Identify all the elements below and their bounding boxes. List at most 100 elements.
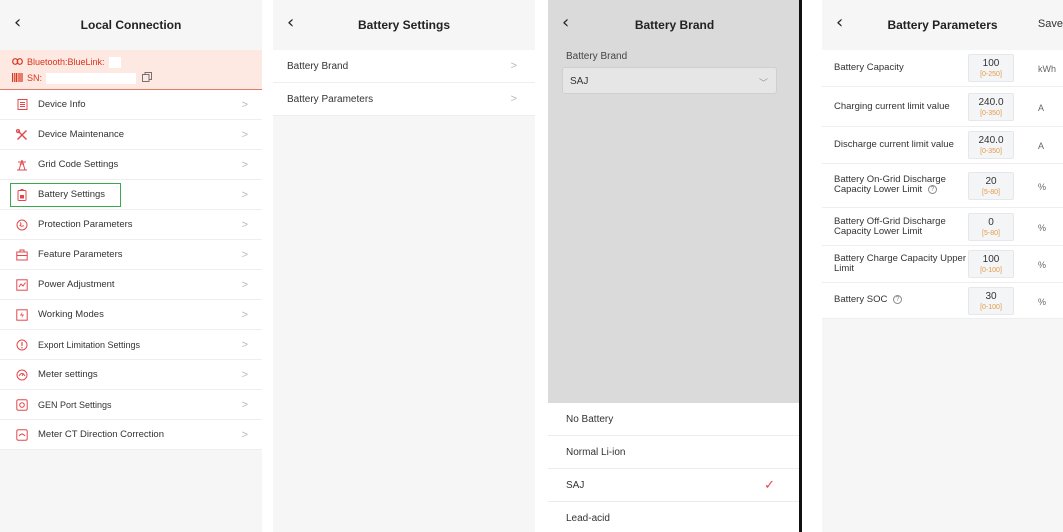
- menu-item-battery-settings[interactable]: Battery Settings >: [0, 180, 262, 210]
- document-icon: [16, 99, 28, 111]
- param-unit: A: [1038, 103, 1045, 113]
- param-label-text: Battery SOC: [834, 294, 888, 306]
- chevron-right-icon: >: [241, 98, 248, 111]
- meter-icon: [16, 369, 28, 381]
- option-normal-li-ion[interactable]: Normal Li-ion: [548, 436, 801, 469]
- param-range: [0-350]: [980, 110, 1002, 117]
- back-arrow-icon[interactable]: ‹: [836, 14, 843, 32]
- chevron-right-icon: >: [241, 398, 248, 411]
- chevron-right-icon: >: [241, 278, 248, 291]
- bluetooth-label: Bluetooth:BlueLink:: [27, 57, 105, 67]
- list-item-label: Battery Parameters: [287, 93, 374, 105]
- param-charge-capacity-upper-limit: Battery Charge Capacity Upper Limit 100 …: [822, 246, 1063, 283]
- selection-highlight: [10, 183, 121, 207]
- sn-label: SN:: [27, 73, 43, 83]
- param-unit: %: [1038, 223, 1047, 233]
- param-value-input[interactable]: 30 [0-100]: [968, 287, 1014, 315]
- chevron-down-icon: ﹀: [758, 78, 768, 88]
- param-value: 100: [982, 58, 1000, 69]
- copy-icon[interactable]: [142, 71, 152, 85]
- menu-item-label: GEN Port Settings: [38, 399, 112, 410]
- save-button[interactable]: Save: [1038, 18, 1063, 30]
- menu-item-label: Grid Code Settings: [38, 159, 119, 170]
- option-no-battery[interactable]: No Battery: [548, 403, 801, 436]
- menu-item-label: Working Modes: [38, 309, 104, 320]
- selected-value: SAJ: [570, 76, 589, 87]
- help-icon[interactable]: ?: [927, 185, 937, 195]
- help-icon[interactable]: ?: [892, 295, 902, 305]
- brand-options-sheet: No Battery Normal Li-ion SAJ ✓ Lead-acid: [548, 403, 801, 532]
- param-unit: A: [1038, 141, 1045, 151]
- chevron-right-icon: >: [241, 218, 248, 231]
- option-label: No Battery: [566, 413, 614, 425]
- local-connection-screen: ‹ Local Connection Bluetooth:BlueLink: S…: [0, 0, 262, 532]
- header: ‹ Battery Brand: [548, 0, 801, 50]
- export-limit-icon: [16, 339, 28, 351]
- back-arrow-icon[interactable]: ‹: [287, 14, 294, 32]
- param-value-input[interactable]: 240.0 [0-350]: [968, 131, 1014, 159]
- menu-item-gen-port-settings[interactable]: GEN Port Settings >: [0, 390, 262, 420]
- option-label: SAJ: [566, 479, 585, 491]
- menu-item-export-limitation[interactable]: Export Limitation Settings >: [0, 330, 262, 360]
- barcode-icon: [12, 72, 23, 84]
- param-label: Battery Off-Grid Discharge Capacity Lowe…: [834, 215, 946, 237]
- menu-item-label: Feature Parameters: [38, 249, 123, 260]
- menu-item-device-info[interactable]: Device Info >: [0, 90, 262, 120]
- list-item-battery-parameters[interactable]: Battery Parameters >: [273, 83, 535, 116]
- param-on-grid-discharge-lower-limit: Battery On-Grid Discharge Capacity Lower…: [822, 164, 1063, 208]
- menu-item-working-modes[interactable]: Working Modes >: [0, 300, 262, 330]
- param-label: Battery Capacity: [834, 62, 904, 73]
- page-title: Local Connection: [80, 18, 182, 32]
- param-off-grid-discharge-lower-limit: Battery Off-Grid Discharge Capacity Lowe…: [822, 208, 1063, 246]
- param-battery-soc: Battery SOC ? 30 [0-100] %: [822, 283, 1063, 319]
- chevron-right-icon: >: [241, 428, 248, 441]
- param-value: 240.0: [978, 135, 1004, 146]
- menu-item-power-adjustment[interactable]: Power Adjustment >: [0, 270, 262, 300]
- option-lead-acid[interactable]: Lead-acid: [548, 502, 801, 532]
- param-discharge-current-limit: Discharge current limit value 240.0 [0-3…: [822, 127, 1063, 164]
- grid-tower-icon: [16, 159, 28, 171]
- battery-settings-list: Battery Brand > Battery Parameters >: [273, 50, 535, 116]
- param-value-input[interactable]: 20 [5-80]: [968, 172, 1014, 200]
- menu-item-feature-parameters[interactable]: Feature Parameters >: [0, 240, 262, 270]
- menu-item-label: Power Adjustment: [38, 279, 115, 290]
- param-value: 100: [982, 254, 1000, 265]
- tools-icon: [16, 128, 28, 141]
- param-value-input[interactable]: 0 [5-80]: [968, 213, 1014, 241]
- link-icon: [12, 57, 23, 67]
- battery-settings-screen: ‹ Battery Settings Battery Brand > Batte…: [273, 0, 535, 532]
- param-range: [5-80]: [982, 189, 1000, 196]
- param-value: 30: [985, 291, 997, 302]
- menu-item-device-maintenance[interactable]: Device Maintenance >: [0, 120, 262, 150]
- battery-brand-screen: ‹ Battery Brand Battery Brand SAJ ﹀ No B…: [548, 0, 801, 532]
- menu-item-meter-settings[interactable]: Meter settings >: [0, 360, 262, 390]
- param-label: Discharge current limit value: [834, 139, 954, 150]
- param-unit: %: [1038, 260, 1047, 270]
- shield-icon: [16, 219, 28, 231]
- battery-brand-field-label: Battery Brand: [566, 51, 628, 62]
- checkmark-icon: ✓: [764, 477, 775, 492]
- param-range: [0-250]: [980, 71, 1002, 78]
- menu-item-meter-ct-direction[interactable]: Meter CT Direction Correction >: [0, 420, 262, 450]
- battery-brand-select[interactable]: SAJ ﹀: [562, 67, 777, 94]
- menu-item-grid-code-settings[interactable]: Grid Code Settings >: [0, 150, 262, 180]
- option-saj[interactable]: SAJ ✓: [548, 469, 801, 502]
- settings-menu: Device Info > Device Maintenance > Grid …: [0, 90, 262, 450]
- page-title: Battery Brand: [634, 18, 715, 32]
- menu-item-label: Device Maintenance: [38, 129, 125, 140]
- back-arrow-icon[interactable]: ‹: [562, 14, 569, 32]
- param-value-input[interactable]: 100 [0-250]: [968, 54, 1014, 82]
- menu-item-label: Meter settings: [38, 369, 98, 380]
- toolbox-icon: [16, 249, 28, 261]
- header: ‹ Battery Parameters Save: [822, 0, 1063, 50]
- param-value-input[interactable]: 100 [0-100]: [968, 250, 1014, 278]
- param-value-input[interactable]: 240.0 [0-350]: [968, 93, 1014, 121]
- menu-item-label: Protection Parameters: [38, 219, 133, 230]
- list-item-battery-brand[interactable]: Battery Brand >: [273, 50, 535, 83]
- back-arrow-icon[interactable]: ‹: [14, 14, 21, 32]
- param-unit: %: [1038, 182, 1047, 192]
- power-adjust-icon: [16, 278, 28, 291]
- param-charging-current-limit: Charging current limit value 240.0 [0-35…: [822, 87, 1063, 127]
- menu-item-protection-parameters[interactable]: Protection Parameters >: [0, 210, 262, 240]
- connection-info-panel: Bluetooth:BlueLink: SN:: [0, 50, 262, 90]
